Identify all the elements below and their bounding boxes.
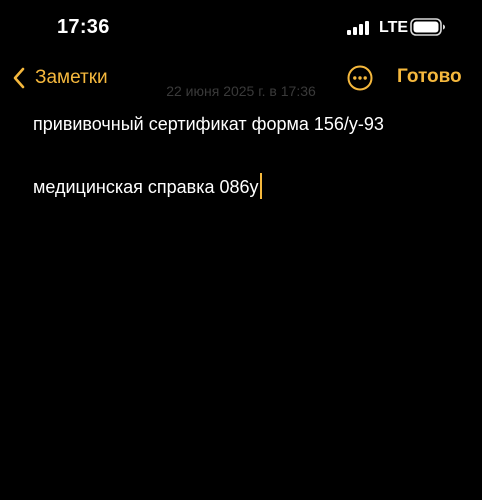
cellular-signal-icon <box>347 21 369 35</box>
note-line: прививочный сертификат форма 156/у-93 <box>33 113 463 135</box>
battery-icon <box>410 18 445 36</box>
back-button-label: Заметки <box>35 67 108 88</box>
text-cursor <box>259 173 262 199</box>
back-button[interactable]: Заметки <box>12 64 108 92</box>
done-button[interactable]: Готово <box>397 66 462 88</box>
note-empty-line <box>33 135 463 173</box>
status-time: 17:36 <box>57 16 110 38</box>
note-line: медицинская справка 086у <box>33 173 463 199</box>
note-text-editor[interactable]: прививочный сертификат форма 156/у-93 ме… <box>33 113 463 199</box>
note-line-text: прививочный сертификат форма 156/у-93 <box>33 114 384 134</box>
status-bar: 17:36 LTE <box>0 0 482 56</box>
network-type-label: LTE <box>379 19 409 36</box>
ellipsis-circle-icon[interactable] <box>347 65 373 91</box>
chevron-left-icon <box>13 67 25 89</box>
note-line-text: медицинская справка 086у <box>33 177 259 197</box>
